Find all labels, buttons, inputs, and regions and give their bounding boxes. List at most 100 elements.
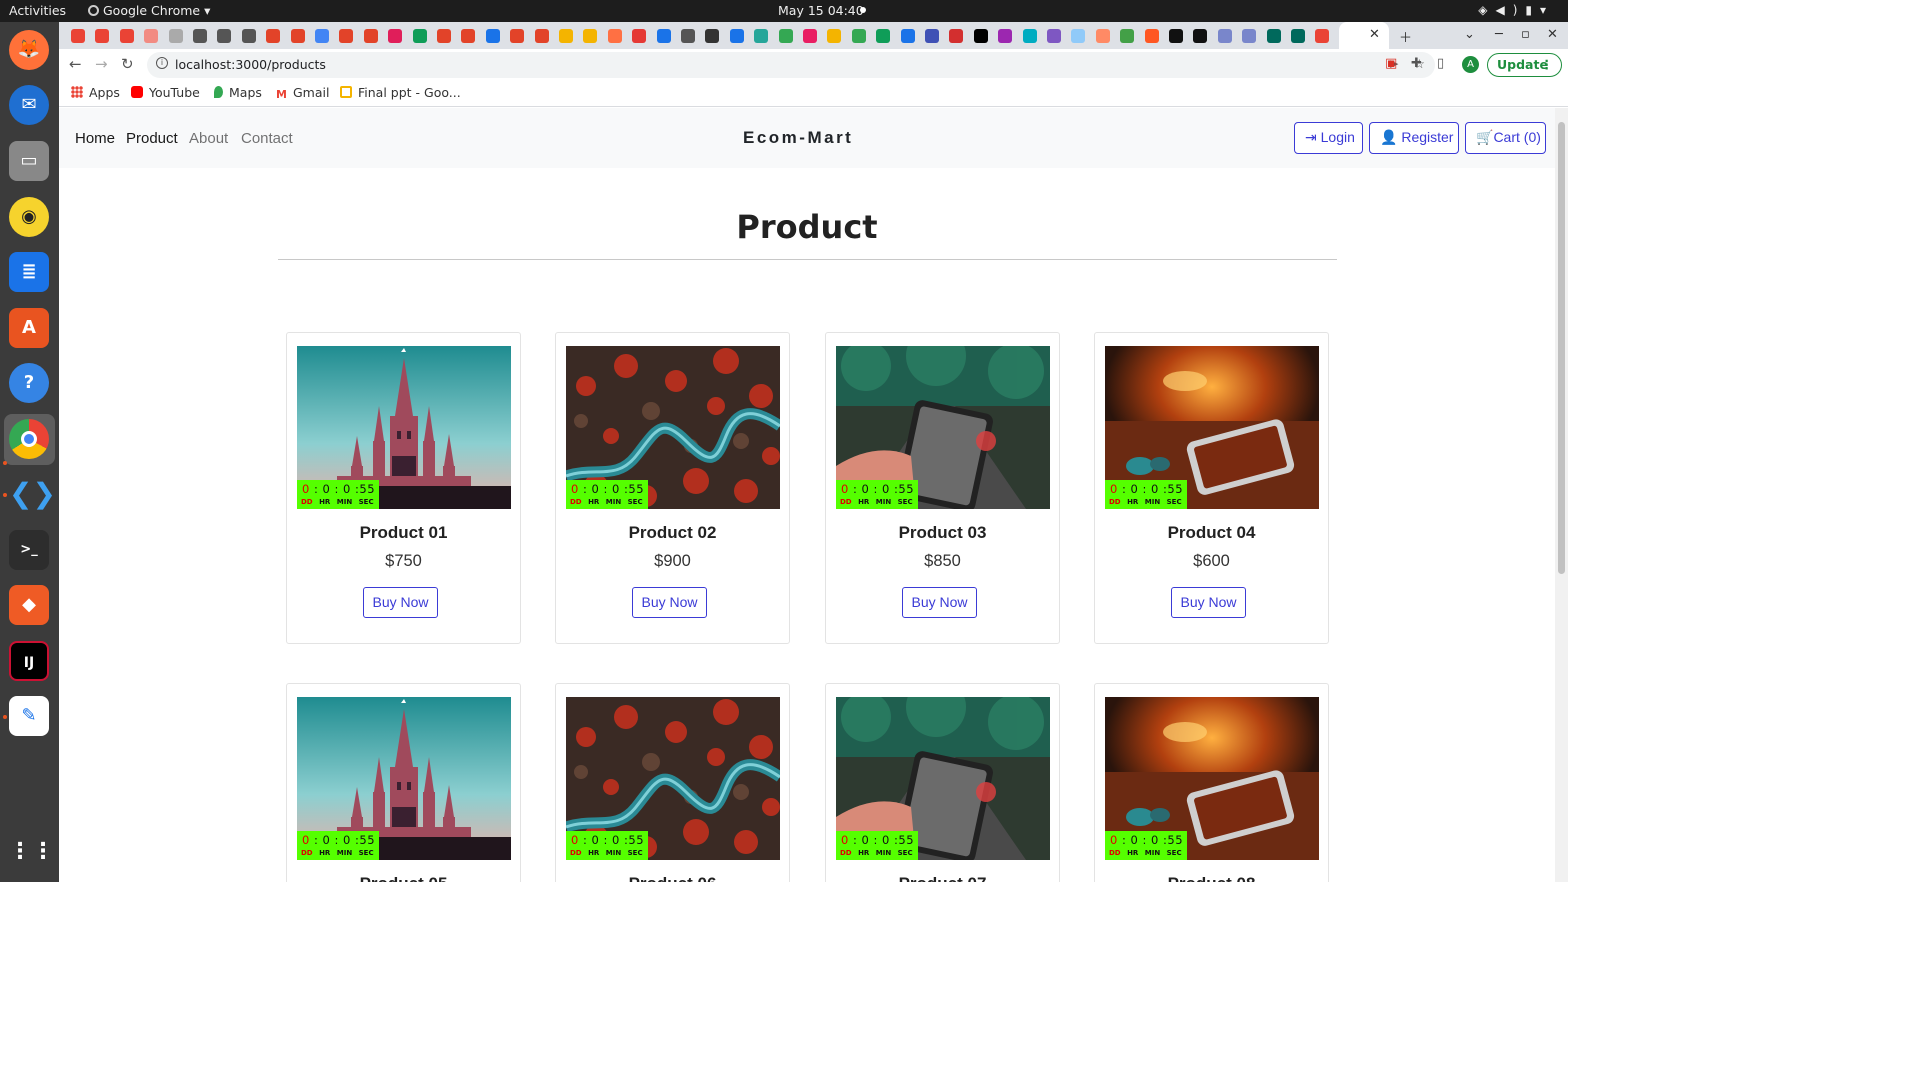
reload-icon[interactable]: ↻ bbox=[121, 55, 134, 73]
intellij-icon[interactable]: IJ bbox=[9, 641, 49, 681]
thunderbird-icon[interactable]: ✉ bbox=[9, 85, 49, 125]
software-center-icon[interactable]: A bbox=[9, 308, 49, 348]
browser-tab-favicon[interactable] bbox=[1193, 29, 1208, 43]
nav-product[interactable]: Product bbox=[126, 130, 178, 147]
kebab-menu-icon[interactable]: ⋮ bbox=[1541, 57, 1554, 72]
browser-tab-favicon[interactable] bbox=[1217, 29, 1232, 43]
browser-tab-favicon[interactable] bbox=[1315, 29, 1330, 43]
brand-logo[interactable]: Ecom-Mart bbox=[743, 128, 853, 148]
browser-tab-favicon[interactable] bbox=[778, 29, 793, 43]
browser-tab-favicon[interactable] bbox=[656, 29, 671, 43]
browser-tab-favicon[interactable] bbox=[754, 29, 769, 43]
extension-icon[interactable]: ▣ bbox=[1385, 56, 1397, 71]
buy-now-button[interactable]: Buy Now bbox=[632, 587, 707, 618]
product-name[interactable]: Product 08 bbox=[1095, 874, 1328, 882]
browser-tab-favicon[interactable] bbox=[71, 29, 85, 43]
tab-close-icon[interactable]: ✕ bbox=[1369, 27, 1380, 42]
nav-contact[interactable]: Contact bbox=[241, 130, 293, 147]
browser-tab-favicon[interactable] bbox=[363, 29, 378, 43]
browser-tab-favicon[interactable] bbox=[168, 29, 183, 43]
product-image[interactable]: 0 : 0 : 0 :55 DD HR MIN SEC bbox=[836, 697, 1050, 860]
help-icon[interactable]: ? bbox=[9, 363, 49, 403]
buy-now-button[interactable]: Buy Now bbox=[902, 587, 977, 618]
browser-tab-favicon[interactable] bbox=[851, 29, 866, 43]
browser-tab-favicon[interactable] bbox=[681, 29, 695, 43]
files-icon[interactable]: ▭ bbox=[9, 141, 49, 181]
address-bar[interactable]: i localhost:3000/products ➤ ☆ bbox=[147, 52, 1435, 78]
product-image[interactable]: 0 : 0 : 0 :55 DD HR MIN SEC bbox=[836, 346, 1050, 509]
buy-now-button[interactable]: Buy Now bbox=[1171, 587, 1246, 618]
browser-tab-favicon[interactable] bbox=[632, 29, 647, 43]
product-name[interactable]: Product 03 bbox=[826, 523, 1059, 543]
browser-tab-favicon[interactable] bbox=[949, 29, 964, 43]
product-name[interactable]: Product 06 bbox=[556, 874, 789, 882]
browser-tab-favicon[interactable] bbox=[1022, 29, 1037, 43]
nav-home[interactable]: Home bbox=[75, 130, 115, 147]
browser-tab-favicon[interactable] bbox=[485, 29, 500, 43]
chrome-dock-icon[interactable] bbox=[9, 419, 49, 459]
maximize-icon[interactable]: ▫ bbox=[1521, 27, 1530, 42]
bookmark-maps[interactable]: Maps bbox=[214, 85, 262, 100]
browser-tab-favicon[interactable] bbox=[144, 29, 159, 43]
firefox-icon[interactable]: 🦊 bbox=[9, 30, 49, 70]
product-name[interactable]: Product 04 bbox=[1095, 523, 1328, 543]
terminal-icon[interactable]: >_ bbox=[9, 530, 49, 570]
window-close-icon[interactable]: ✕ bbox=[1547, 27, 1558, 42]
product-image[interactable]: 0 : 0 : 0 :55 DD HR MIN SEC bbox=[1105, 346, 1319, 509]
browser-tab-active[interactable]: ✕ bbox=[1339, 22, 1389, 49]
browser-tab-favicon[interactable] bbox=[1144, 29, 1159, 43]
new-tab-icon[interactable]: ＋ bbox=[1399, 27, 1412, 46]
browser-tab-favicon[interactable] bbox=[803, 29, 817, 43]
product-name[interactable]: Product 07 bbox=[826, 874, 1059, 882]
browser-tab-favicon[interactable] bbox=[1266, 29, 1281, 43]
browser-tab-favicon[interactable] bbox=[95, 29, 110, 43]
product-image[interactable]: 0 : 0 : 0 :55 DD HR MIN SEC bbox=[1105, 697, 1319, 860]
page-scrollbar[interactable] bbox=[1555, 108, 1568, 882]
browser-tab-favicon[interactable] bbox=[998, 29, 1013, 43]
tab-search-icon[interactable]: ⌄ bbox=[1464, 27, 1475, 42]
activities-button[interactable]: Activities bbox=[9, 3, 66, 18]
browser-tab-favicon[interactable] bbox=[1291, 29, 1305, 43]
browser-tab-favicon[interactable] bbox=[1242, 29, 1257, 43]
update-button[interactable]: Update ⋮ bbox=[1487, 53, 1562, 77]
browser-tab-favicon[interactable] bbox=[217, 29, 232, 43]
browser-tab-favicon[interactable] bbox=[193, 29, 207, 43]
browser-tab-favicon[interactable] bbox=[388, 29, 403, 43]
side-panel-icon[interactable]: ▯ bbox=[1437, 56, 1444, 71]
browser-tab-favicon[interactable] bbox=[412, 29, 427, 43]
browser-tab-favicon[interactable] bbox=[534, 29, 549, 43]
vscode-icon[interactable]: ❮❯ bbox=[9, 474, 56, 514]
site-info-icon[interactable]: i bbox=[156, 57, 168, 69]
product-name[interactable]: Product 05 bbox=[287, 874, 520, 882]
forward-icon[interactable]: → bbox=[95, 55, 108, 73]
browser-tab-favicon[interactable] bbox=[1120, 29, 1135, 43]
login-button[interactable]: ⇥ Login bbox=[1294, 122, 1363, 154]
show-apps-icon[interactable]: ⋮⋮⋮ bbox=[9, 832, 77, 872]
product-image[interactable]: 0 : 0 : 0 :55 DD HR MIN SEC bbox=[297, 346, 511, 509]
bookmark-apps[interactable]: Apps bbox=[71, 85, 120, 100]
browser-tab-favicon[interactable] bbox=[705, 29, 720, 43]
browser-tab-favicon[interactable] bbox=[827, 29, 842, 43]
product-name[interactable]: Product 02 bbox=[556, 523, 789, 543]
browser-tab-favicon[interactable] bbox=[900, 29, 915, 43]
product-image[interactable]: 0 : 0 : 0 :55 DD HR MIN SEC bbox=[297, 697, 511, 860]
browser-tab-favicon[interactable] bbox=[1095, 29, 1110, 43]
browser-tab-favicon[interactable] bbox=[339, 29, 354, 43]
postman-icon[interactable]: ◆ bbox=[9, 585, 49, 625]
rhythmbox-icon[interactable]: ◉ bbox=[9, 197, 49, 237]
browser-tab-favicon[interactable] bbox=[290, 29, 305, 43]
browser-tab-favicon[interactable] bbox=[973, 29, 988, 43]
bookmark-youtube[interactable]: YouTube bbox=[131, 85, 200, 100]
clock[interactable]: May 15 04:40 bbox=[778, 3, 864, 18]
browser-tab-favicon[interactable] bbox=[729, 29, 744, 43]
browser-tab-favicon[interactable] bbox=[266, 29, 281, 43]
buy-now-button[interactable]: Buy Now bbox=[363, 587, 438, 618]
browser-tab-favicon[interactable] bbox=[461, 29, 476, 43]
product-image[interactable]: 0 : 0 : 0 :55 DD HR MIN SEC bbox=[566, 346, 780, 509]
product-name[interactable]: Product 01 bbox=[287, 523, 520, 543]
browser-tab-favicon[interactable] bbox=[315, 29, 329, 43]
product-image[interactable]: 0 : 0 : 0 :55 DD HR MIN SEC bbox=[566, 697, 780, 860]
writer-icon[interactable]: ≣ bbox=[9, 252, 49, 292]
browser-tab-favicon[interactable] bbox=[437, 29, 451, 43]
browser-tab-favicon[interactable] bbox=[119, 29, 134, 43]
